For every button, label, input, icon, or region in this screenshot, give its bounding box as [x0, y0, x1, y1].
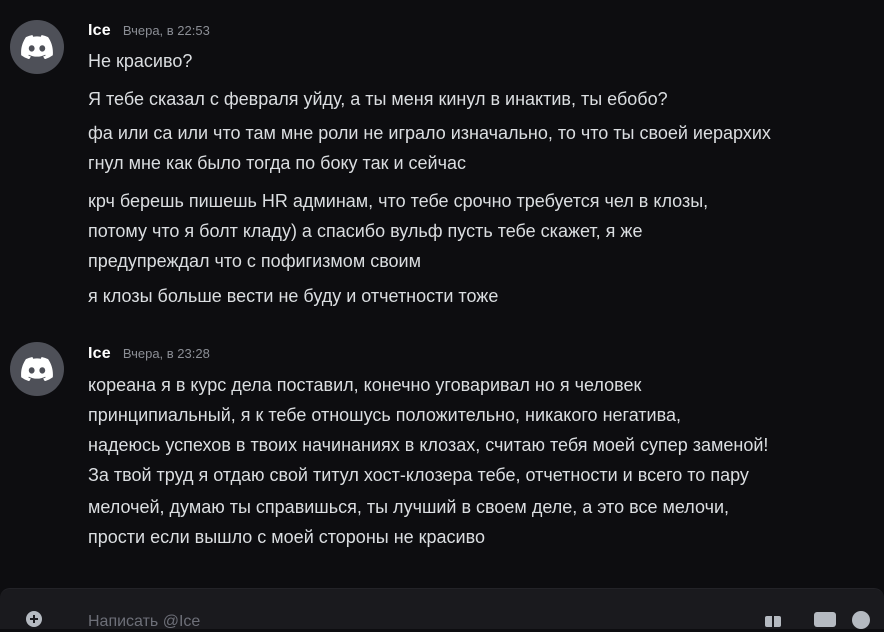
message-line: надеюсь успехов в твоих начинаниях в кло…: [88, 435, 769, 455]
gif-icon[interactable]: [814, 611, 836, 627]
message-header: Ice Вчера, в 22:53: [88, 22, 210, 40]
avatar[interactable]: [10, 342, 64, 396]
timestamp[interactable]: Вчера, в 22:53: [123, 23, 210, 38]
username[interactable]: Ice: [88, 22, 111, 40]
username[interactable]: Ice: [88, 345, 111, 363]
message-group: Ice Вчера, в 22:53 Не красиво? Я тебе ск…: [0, 0, 884, 320]
avatar[interactable]: [10, 20, 64, 74]
message-line: мелочей, думаю ты справишься, ты лучший …: [88, 497, 730, 517]
message-line: принципиальный, я к тебе отношусь положи…: [88, 405, 681, 425]
discord-logo-icon: [21, 35, 53, 59]
message-line: фа или са или что там мне роли не играло…: [88, 123, 771, 143]
discord-logo-icon: [21, 357, 53, 381]
message-group: Ice Вчера, в 23:28 кореана я в курс дела…: [0, 320, 884, 570]
emoji-icon[interactable]: [852, 611, 870, 629]
message-line: прости если вышло с моей стороны не крас…: [88, 527, 485, 547]
message-line: кореана я в курс дела поставил, конечно …: [88, 375, 642, 395]
composer-placeholder: Написать @Ice: [88, 613, 201, 630]
message-line: потому что я болт кладу) а спасибо вульф…: [88, 221, 643, 241]
add-attachment-icon[interactable]: [26, 611, 44, 627]
message-header: Ice Вчера, в 23:28: [88, 345, 210, 363]
message-composer[interactable]: Написать @Ice: [0, 588, 884, 630]
message-line: я клозы больше вести не буду и отчетност…: [88, 286, 499, 306]
gift-icon[interactable]: [764, 611, 782, 627]
message-line: За твой труд я отдаю свой титул хост-кло…: [88, 465, 749, 485]
message-line: предупреждал что с пофигизмом своим: [88, 251, 421, 271]
message-line: гнул мне как было тогда по боку так и се…: [88, 153, 466, 173]
message-line: крч берешь пишешь HR админам, что тебе с…: [88, 191, 709, 211]
message-line: Не красиво?: [88, 51, 193, 71]
timestamp[interactable]: Вчера, в 23:28: [123, 346, 210, 361]
message-line: Я тебе сказал с февраля уйду, а ты меня …: [88, 89, 668, 109]
